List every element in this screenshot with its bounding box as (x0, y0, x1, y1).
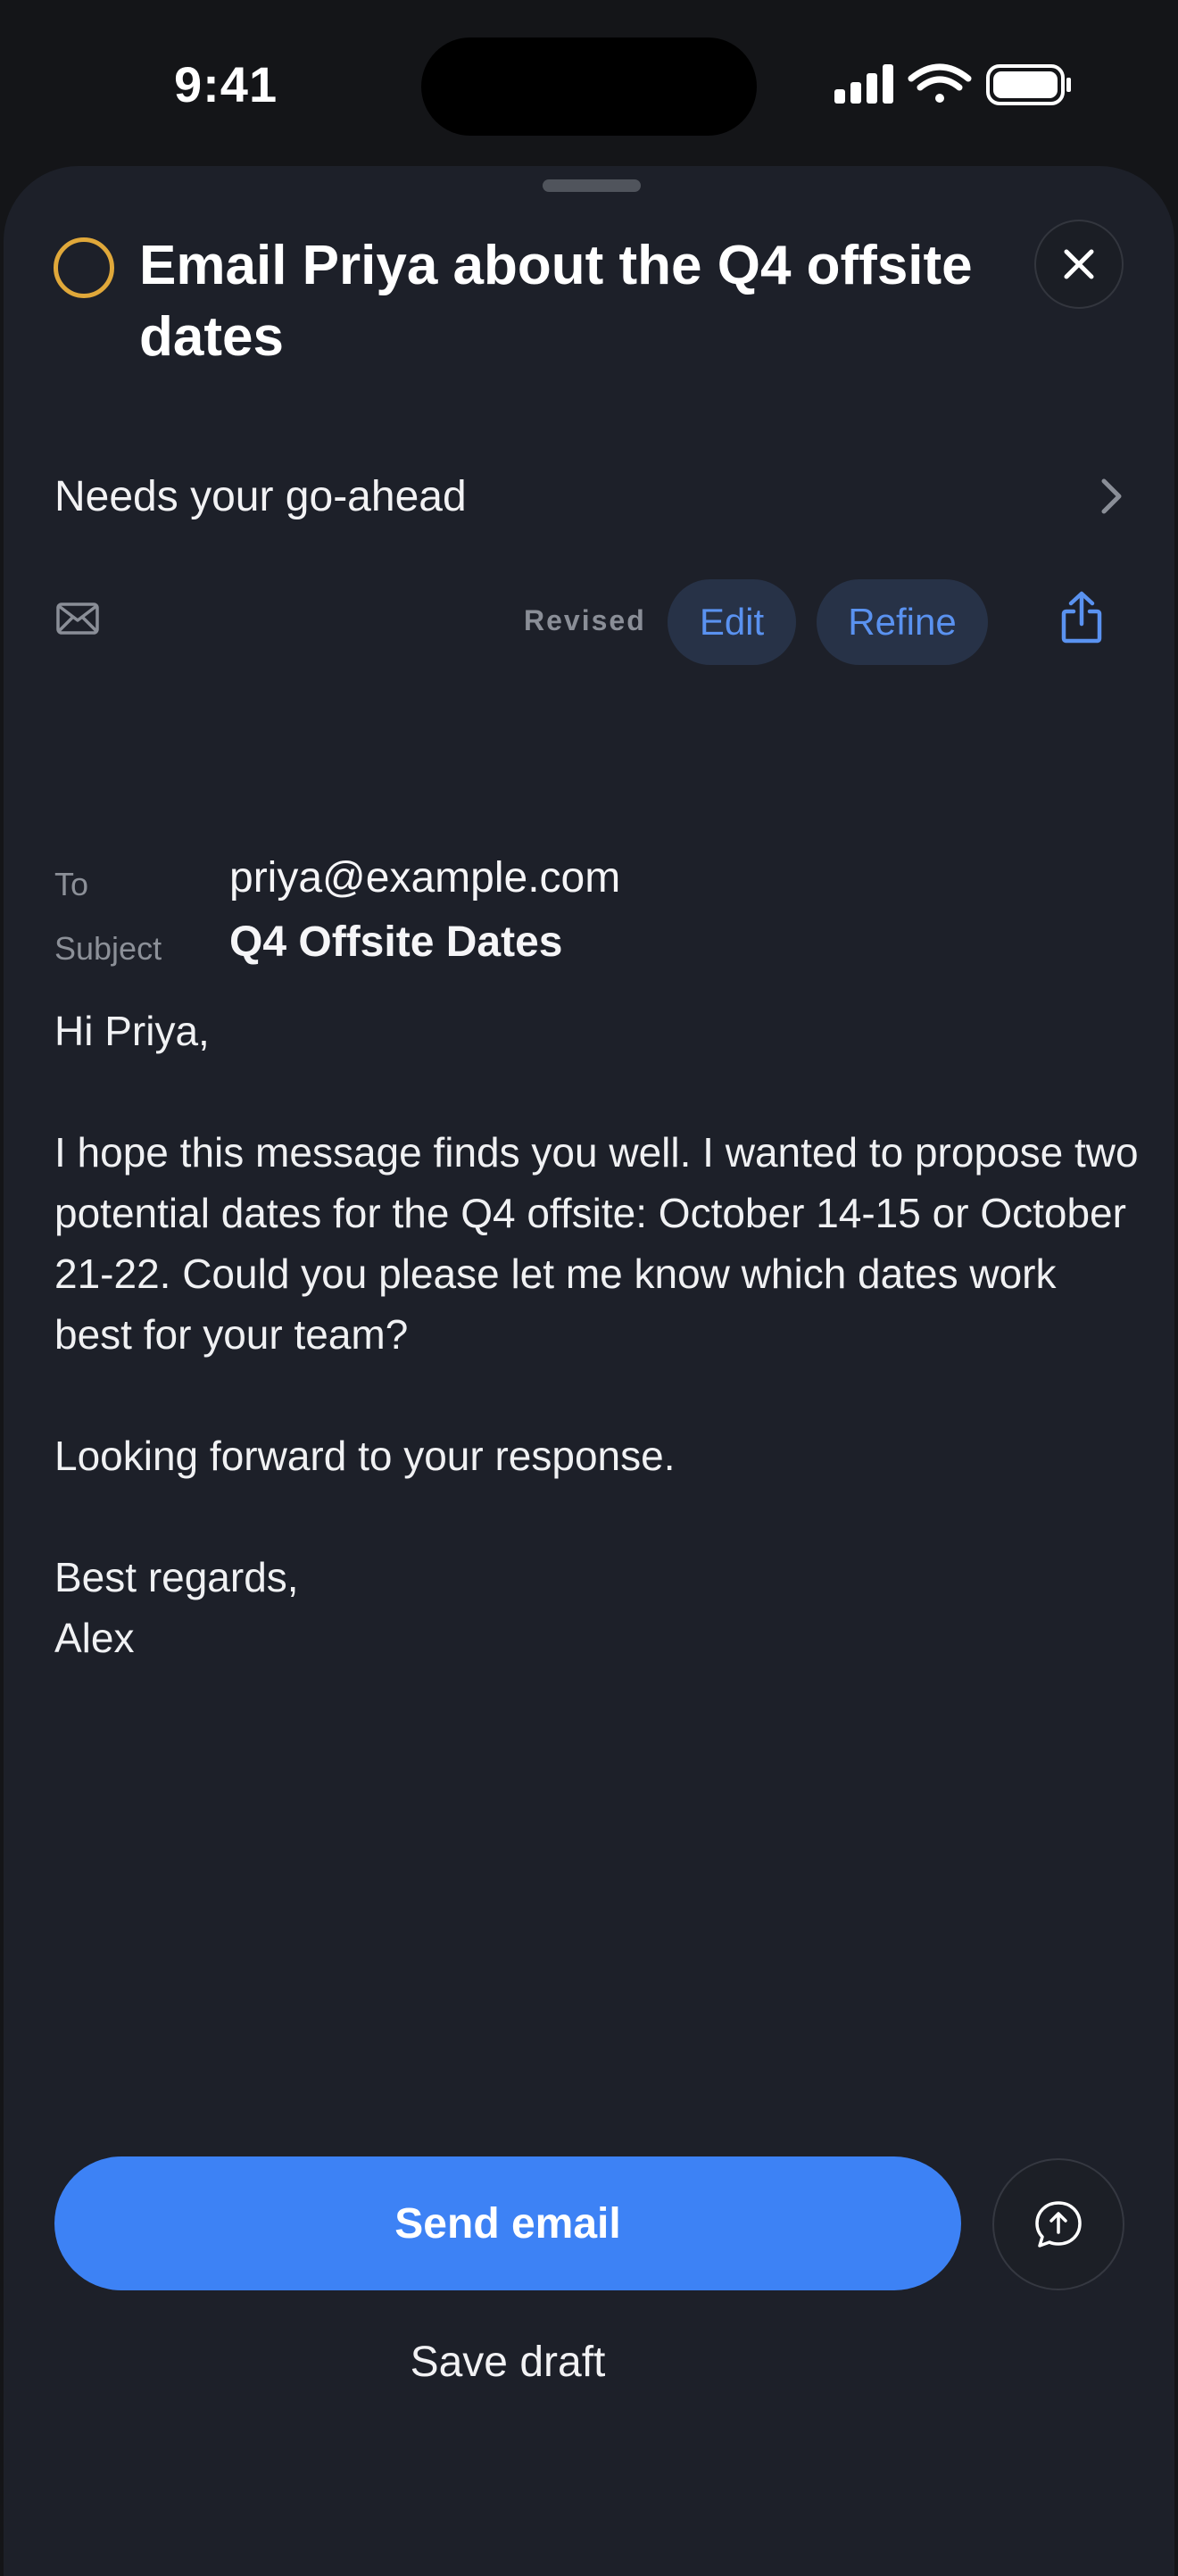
close-icon (1064, 249, 1094, 279)
status-bar: 9:41 (0, 0, 1178, 170)
chevron-right-icon (1101, 478, 1122, 514)
cellular-signal-icon (834, 64, 893, 104)
email-signoff: Best regards, (54, 1554, 299, 1600)
task-sheet: Email Priya about the Q4 offsite dates N… (4, 166, 1174, 2576)
task-status-ring-icon[interactable] (54, 237, 114, 298)
email-paragraph: I hope this message finds you well. I wa… (54, 1129, 1139, 1358)
voice-reply-button[interactable] (992, 2158, 1124, 2290)
wifi-icon (908, 63, 972, 103)
draft-toolbar: Revised Edit Refine (4, 572, 1174, 670)
status-icons (834, 62, 1075, 107)
to-label: To (54, 866, 89, 902)
subject-label: Subject (54, 930, 162, 967)
revised-label: Revised (524, 604, 646, 636)
approval-label: Needs your go-ahead (54, 472, 467, 520)
approval-row[interactable]: Needs your go-ahead (4, 425, 1174, 568)
email-signature: Alex (54, 1615, 135, 1661)
share-button[interactable] (1059, 590, 1104, 650)
sheet-grabber[interactable] (543, 179, 641, 192)
close-button[interactable] (1034, 220, 1124, 309)
subject-row: Subject Q4 Offsite Dates (54, 918, 1125, 980)
to-row: To priya@example.com (54, 853, 1125, 916)
email-greeting: Hi Priya, (54, 1008, 210, 1054)
email-body[interactable]: Hi Priya, I hope this message finds you … (54, 1001, 1139, 1668)
battery-icon (986, 64, 1071, 105)
edit-button[interactable]: Edit (668, 579, 796, 665)
share-icon (1061, 591, 1102, 644)
voice-message-icon (1035, 2201, 1082, 2248)
send-email-button[interactable]: Send email (54, 2156, 961, 2290)
task-title: Email Priya about the Q4 offsite dates (139, 235, 973, 368)
subject-value[interactable]: Q4 Offsite Dates (229, 918, 562, 967)
to-value[interactable]: priya@example.com (229, 853, 620, 902)
refine-button[interactable]: Refine (817, 579, 988, 665)
save-draft-button[interactable]: Save draft (54, 2317, 961, 2406)
dynamic-island (421, 37, 757, 136)
mail-icon (55, 601, 100, 641)
status-time: 9:41 (174, 56, 278, 112)
email-closing: Looking forward to your response. (54, 1433, 676, 1479)
